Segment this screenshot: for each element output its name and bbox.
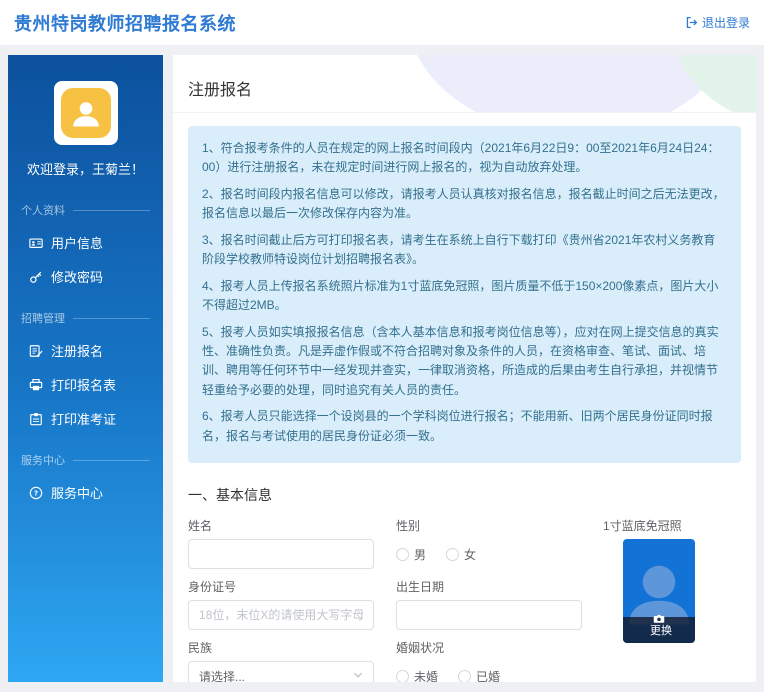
section-label: 个人资料 [21, 202, 65, 218]
basic-info-section: 一、基本信息 姓名 性别 男 [188, 477, 741, 682]
photo-change-button[interactable]: 更换 [623, 617, 695, 643]
section-divider [73, 210, 150, 211]
page-title: 注册报名 [173, 55, 756, 100]
logout-button[interactable]: 退出登录 [685, 14, 750, 31]
id-card-icon [29, 236, 43, 250]
marital-status-label: 婚姻状况 [396, 639, 582, 656]
logout-label: 退出登录 [702, 14, 750, 31]
sidebar-item-label: 用户信息 [51, 233, 103, 252]
radio-label: 女 [464, 546, 476, 563]
radio-circle-icon [396, 548, 409, 561]
id-number-input[interactable] [188, 600, 374, 630]
topbar: 贵州特岗教师招聘报名系统 退出登录 [0, 0, 764, 45]
name-field: 姓名 [188, 517, 374, 569]
photo-preview: 更换 [623, 539, 695, 643]
sidebar-item-label: 服务中心 [51, 483, 103, 502]
select-value: 请选择... [199, 668, 245, 682]
section-divider [73, 318, 150, 319]
app-title: 贵州特岗教师招聘报名系统 [14, 10, 236, 36]
chevron-down-icon [353, 669, 363, 682]
photo-column: 1寸蓝底免冠照 更换 [603, 517, 695, 643]
id-number-field: 身份证号 [188, 578, 374, 630]
menu-section-profile: 个人资料 [21, 202, 150, 218]
gender-label: 性别 [396, 517, 582, 534]
menu-section-recruit: 招聘管理 [21, 310, 150, 326]
birth-date-field: 出生日期 [396, 578, 582, 630]
main-panel-header: 注册报名 [173, 55, 756, 113]
marital-radio-unmarried[interactable]: 未婚 [396, 668, 438, 682]
gender-radio-male[interactable]: 男 [396, 546, 426, 563]
question-icon: ? [29, 486, 43, 500]
section-label: 服务中心 [21, 452, 65, 468]
sidebar-menu: 个人资料 用户信息 修改密码 招聘管理 [8, 202, 163, 502]
welcome-text: 欢迎登录，王菊兰！ [8, 159, 163, 178]
sidebar-item-service-center[interactable]: ? 服务中心 [29, 483, 150, 502]
sidebar: 欢迎登录，王菊兰！ 个人资料 用户信息 修改密码 招聘管理 [8, 55, 163, 682]
main-panel: 注册报名 1、符合报考条件的人员在规定的网上报名时间段内（2021年6月22日9… [173, 55, 756, 682]
name-input[interactable] [188, 539, 374, 569]
section-title: 一、基本信息 [188, 477, 741, 517]
notice-item: 1、符合报考条件的人员在规定的网上报名时间段内（2021年6月22日9：00至2… [202, 139, 727, 178]
marital-radio-married[interactable]: 已婚 [458, 668, 500, 682]
printer-icon [29, 378, 43, 392]
ethnicity-field: 民族 请选择... [188, 639, 374, 682]
sidebar-item-register[interactable]: 注册报名 [29, 341, 150, 360]
sidebar-item-user-info[interactable]: 用户信息 [29, 233, 150, 252]
marital-status-field: 婚姻状况 未婚 已婚 [396, 639, 582, 682]
svg-text:?: ? [34, 488, 38, 497]
register-icon [29, 344, 43, 358]
section-label: 招聘管理 [21, 310, 65, 326]
user-avatar-icon [61, 88, 111, 138]
gender-radio-female[interactable]: 女 [446, 546, 476, 563]
radio-circle-icon [396, 670, 409, 682]
sidebar-item-label: 注册报名 [51, 341, 103, 360]
logout-icon [685, 16, 698, 29]
sidebar-item-print-form[interactable]: 打印报名表 [29, 375, 150, 394]
radio-label: 男 [414, 546, 426, 563]
id-number-label: 身份证号 [188, 578, 374, 595]
radio-label: 已婚 [476, 668, 500, 682]
gender-field: 性别 男 女 [396, 517, 582, 569]
avatar [54, 81, 118, 145]
notice-item: 4、报考人员上传报名系统照片标准为1寸蓝底免冠照，图片质量不低于150×200像… [202, 277, 727, 316]
section-divider [73, 460, 150, 461]
notice-item: 6、报考人员只能选择一个设岗县的一个学科岗位进行报名；不能用新、旧两个居民身份证… [202, 407, 727, 446]
sidebar-item-change-password[interactable]: 修改密码 [29, 267, 150, 286]
notice-item: 3、报名时间截止后方可打印报名表，请考生在系统上自行下载打印《贵州省2021年农… [202, 231, 727, 270]
key-icon [29, 270, 43, 284]
sidebar-item-label: 打印准考证 [51, 409, 116, 428]
radio-circle-icon [446, 548, 459, 561]
birth-date-label: 出生日期 [396, 578, 582, 595]
radio-circle-icon [458, 670, 471, 682]
notice-item: 5、报考人员如实填报报名信息（含本人基本信息和报考岗位信息等），应对在网上提交信… [202, 323, 727, 401]
notice-box: 1、符合报考条件的人员在规定的网上报名时间段内（2021年6月22日9：00至2… [188, 126, 741, 463]
ethnicity-label: 民族 [188, 639, 374, 656]
menu-section-service: 服务中心 [21, 452, 150, 468]
notice-item: 2、报名时间段内报名信息可以修改，请报考人员认真核对报名信息，报名截止时间之后无… [202, 185, 727, 224]
sidebar-item-print-ticket[interactable]: 打印准考证 [29, 409, 150, 428]
ethnicity-select[interactable]: 请选择... [188, 661, 374, 682]
badge-icon [29, 412, 43, 426]
birth-date-input[interactable] [396, 600, 582, 630]
sidebar-item-label: 打印报名表 [51, 375, 116, 394]
sidebar-item-label: 修改密码 [51, 267, 103, 286]
photo-label: 1寸蓝底免冠照 [603, 517, 695, 534]
name-label: 姓名 [188, 517, 374, 534]
radio-label: 未婚 [414, 668, 438, 682]
